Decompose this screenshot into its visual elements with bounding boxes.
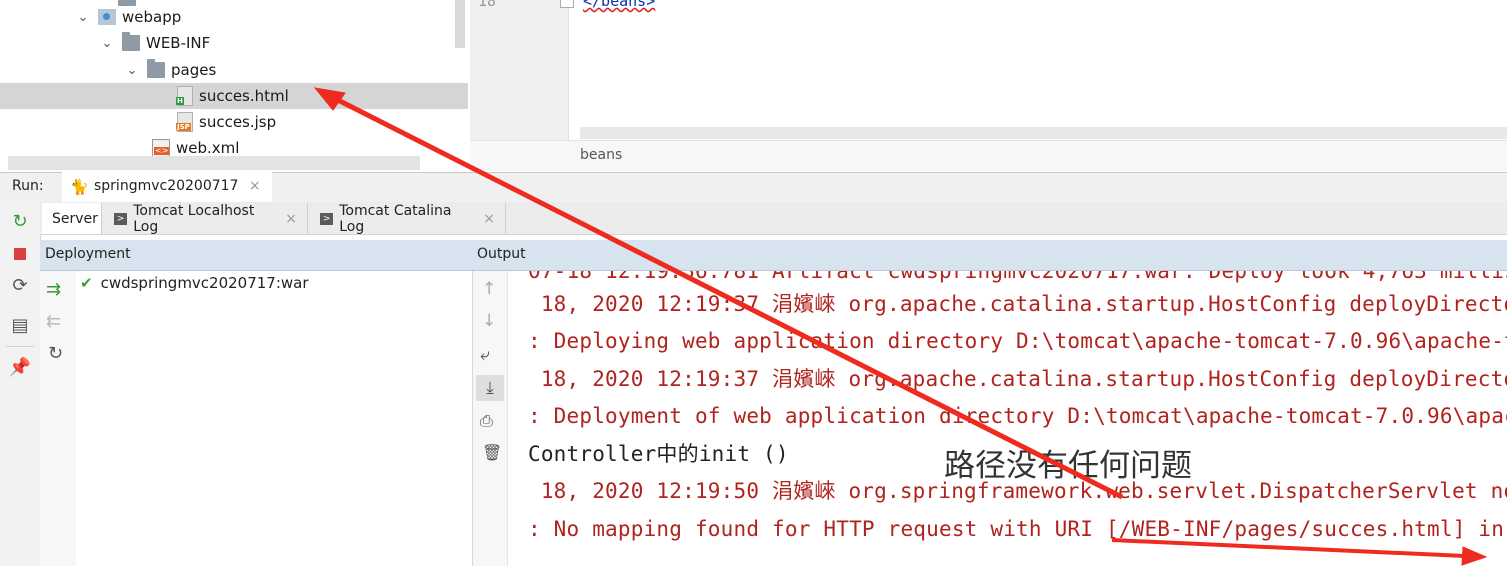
arrowhead-icon <box>1461 546 1488 566</box>
annotation-arrows <box>313 87 1488 566</box>
arrow-line-to-uri <box>1111 538 1466 558</box>
arrowhead-icon <box>313 87 346 111</box>
arrow-line-to-file <box>328 93 1124 500</box>
